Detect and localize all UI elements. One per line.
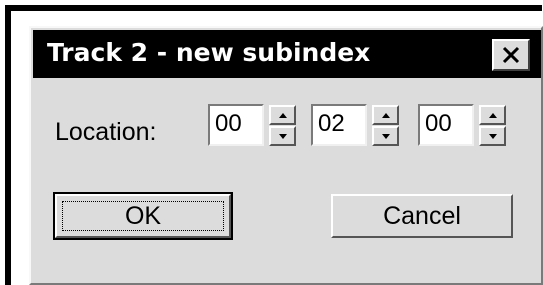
triangle-up-icon <box>279 113 287 118</box>
triangle-down-icon <box>382 134 390 139</box>
triangle-up-icon <box>382 113 390 118</box>
title-bar[interactable]: Track 2 - new subindex <box>33 30 541 78</box>
triangle-down-icon <box>489 134 497 139</box>
triangle-down-icon <box>279 134 287 139</box>
frames-input[interactable]: 00 <box>418 104 474 146</box>
close-x-icon <box>502 46 520 64</box>
frames-spin-down-button[interactable] <box>479 126 506 146</box>
cancel-button-label: Cancel <box>383 202 461 230</box>
location-label: Location: <box>55 118 157 146</box>
minutes-spin-down-button[interactable] <box>269 126 296 146</box>
close-button[interactable] <box>492 39 530 71</box>
cancel-button[interactable]: Cancel <box>331 194 513 238</box>
frames-spin-up-button[interactable] <box>479 105 506 125</box>
ok-button-label: OK <box>124 202 162 230</box>
seconds-spin-up-button[interactable] <box>372 105 399 125</box>
minutes-input[interactable]: 00 <box>208 104 264 146</box>
seconds-input[interactable]: 02 <box>311 104 367 146</box>
subindex-dialog: Track 2 - new subindex Location: 00 02 0… <box>29 26 543 285</box>
dialog-title: Track 2 - new subindex <box>47 38 371 67</box>
triangle-up-icon <box>489 113 497 118</box>
minutes-spin-up-button[interactable] <box>269 105 296 125</box>
seconds-spin-down-button[interactable] <box>372 126 399 146</box>
ok-button[interactable]: OK <box>53 192 233 240</box>
